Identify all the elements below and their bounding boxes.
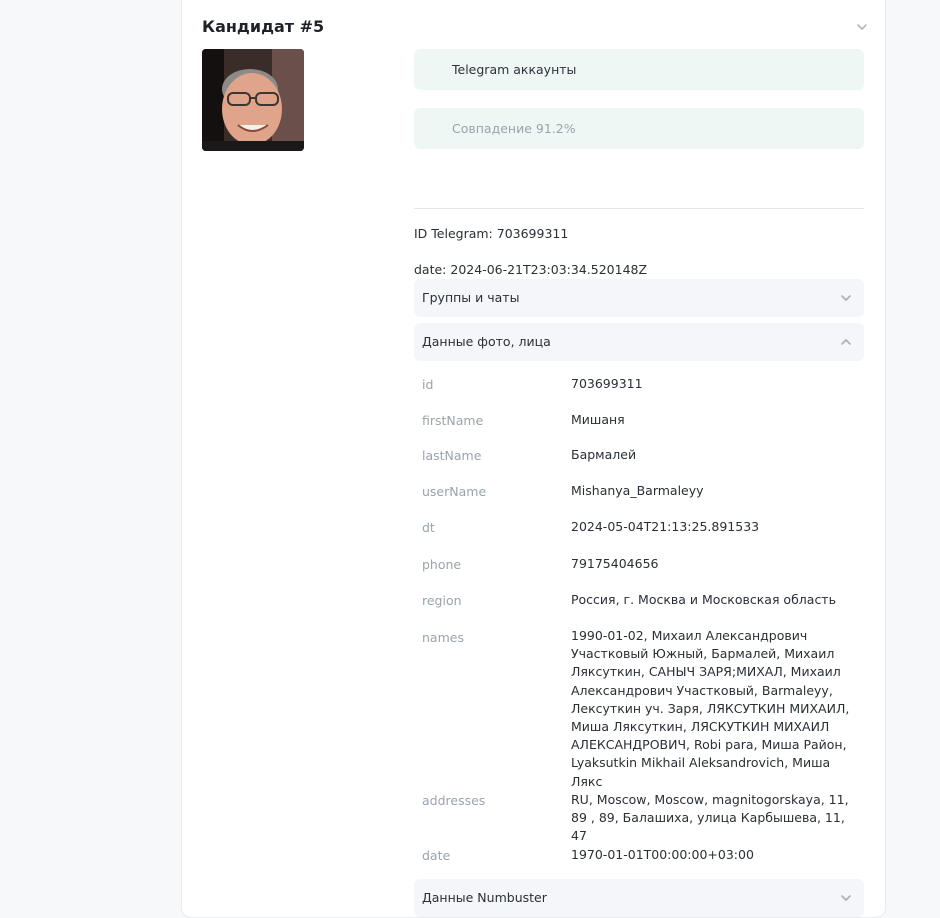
divider — [414, 208, 864, 209]
detail-key: names — [422, 630, 464, 645]
detail-key: date — [422, 848, 451, 863]
detail-key: lastName — [422, 448, 482, 463]
detail-key: region — [422, 593, 462, 608]
chevron-down-icon[interactable] — [854, 19, 870, 35]
telegram-id: ID Telegram: 703699311 — [414, 226, 569, 241]
detail-key: id — [422, 377, 434, 392]
section-numbuster[interactable]: Данные Numbuster — [414, 879, 864, 917]
match-score-pill: Совпадение 91.2% — [414, 108, 864, 149]
section-groups-label: Группы и чаты — [422, 290, 520, 305]
detail-key: dt — [422, 520, 435, 535]
section-groups-chats[interactable]: Группы и чаты — [414, 279, 864, 317]
section-face-label: Данные фото, лица — [422, 334, 551, 349]
detail-key: addresses — [422, 793, 486, 808]
account-date: date: 2024-06-21T23:03:34.520148Z — [414, 262, 648, 277]
detail-value: RU, Moscow, Moscow, magnitogorskaya, 11,… — [571, 792, 849, 844]
chevron-down-icon[interactable] — [838, 290, 854, 306]
detail-key: phone — [422, 557, 462, 572]
telegram-accounts-pill[interactable]: Telegram аккаунты — [414, 49, 864, 90]
detail-key: firstName — [422, 413, 484, 428]
detail-value: 1970-01-01T00:00:00+03:00 — [571, 847, 754, 862]
detail-value: 703699311 — [571, 376, 643, 391]
detail-value: Мишаня — [571, 412, 625, 427]
section-face-data[interactable]: Данные фото, лица — [414, 323, 864, 361]
chevron-down-icon[interactable] — [838, 890, 854, 906]
detail-value: 2024-05-04T21:13:25.891533 — [571, 519, 760, 534]
detail-key: userName — [422, 484, 487, 499]
section-numbuster-label: Данные Numbuster — [422, 890, 547, 905]
candidate-photo — [202, 49, 304, 151]
candidate-card: Кандидат #5 Telegram аккаунты Совпадение… — [181, 0, 886, 918]
detail-value: Mishanya_Barmaleyy — [571, 483, 704, 498]
detail-value: Россия, г. Москва и Московская область — [571, 592, 836, 607]
detail-value: 79175404656 — [571, 556, 659, 571]
chevron-up-icon[interactable] — [838, 334, 854, 350]
detail-value: 1990-01-02, Михаил Александрович Участко… — [571, 628, 850, 789]
detail-value: Бармалей — [571, 447, 637, 462]
candidate-title: Кандидат #5 — [202, 17, 325, 36]
